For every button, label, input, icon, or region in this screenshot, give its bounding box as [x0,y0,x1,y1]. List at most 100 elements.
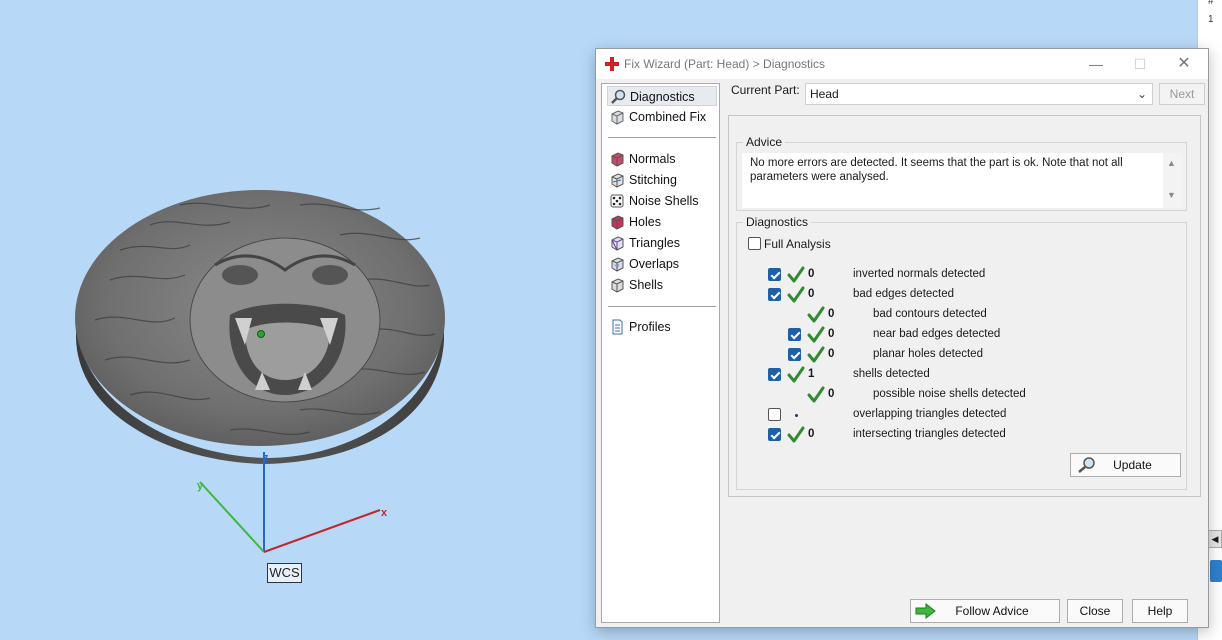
sidebar-item-stitching[interactable]: Stitching [607,170,717,190]
strip-text-one: 1 [1208,14,1214,25]
diagnostic-checkbox[interactable] [768,368,781,381]
diagnostic-row: 1 shells detected [596,365,1208,385]
holes-cube-icon [611,215,624,230]
diagnostic-row: 0 bad edges detected [596,285,1208,305]
sidebar-divider [608,137,716,138]
advice-title: Advice [743,135,786,149]
diagnostics-title: Diagnostics [743,215,812,229]
sidebar-item-label: Triangles [629,236,680,250]
sidebar-item-normals[interactable]: Normals [607,149,717,169]
dialog-titlebar[interactable]: Fix Wizard (Part: Head) > Diagnostics — … [596,49,1208,79]
minimize-icon[interactable]: — [1074,52,1118,76]
close-window-icon[interactable]: ✕ [1162,52,1206,76]
diagnostic-row: 0 possible noise shells detected [596,385,1208,405]
follow-advice-label: Follow Advice [955,604,1029,618]
full-analysis-label: Full Analysis [764,237,831,251]
diagnostic-label: near bad edges detected [873,328,1001,340]
triangles-cube-icon [611,236,624,251]
diagnostic-count: 0 [828,328,835,340]
sidebar-item-label: Normals [629,152,676,166]
diagnostic-count: 0 [808,288,815,300]
maximize-icon[interactable]: ☐ [1118,52,1162,76]
magnifier-icon [611,89,626,104]
sidebar-item-label: Noise Shells [629,194,699,208]
green-check-icon [807,326,825,343]
advice-scrollbar[interactable]: ▲ ▼ [1163,153,1183,208]
sidebar-item-noise-shells[interactable]: Noise Shells [607,191,717,211]
diagnostic-row: 0 bad contours detected [596,305,1208,325]
advice-textbox: No more errors are detected. It seems th… [742,153,1183,208]
chevron-down-icon: ⌄ [1136,87,1147,101]
diagnostic-checkbox[interactable] [768,288,781,301]
diagnostic-label: shells detected [853,368,930,380]
sidebar-item-label: Holes [629,215,661,229]
diagnostic-count: 1 [808,368,815,380]
diagnostic-label: overlapping triangles detected [853,408,1007,420]
green-check-icon [807,306,825,323]
diagnostic-checkbox[interactable] [768,428,781,441]
pending-dot-icon [795,414,798,417]
dice-icon [610,194,624,208]
green-check-icon [787,426,805,443]
green-check-icon [787,266,805,283]
diagnostic-checkbox[interactable] [788,348,801,361]
z-axis-label: z [263,452,269,464]
diagnostic-row: 0 planar holes detected [596,345,1208,365]
wcs-label: WCS [267,563,302,583]
sidebar-item-label: Combined Fix [629,110,707,124]
next-button[interactable]: Next [1159,83,1205,105]
diagnostic-count: 0 [808,268,815,280]
y-axis-label: y [197,480,204,492]
magnifier-icon [1078,457,1095,473]
diagnostic-row: 0 intersecting triangles detected [596,425,1208,445]
diagnostic-checkbox[interactable] [768,408,781,421]
follow-advice-button[interactable]: Follow Advice [910,599,1060,623]
help-button[interactable]: Help [1132,599,1188,623]
update-label: Update [1113,458,1152,472]
strip-text-hash: # [1208,0,1214,7]
diagnostic-count: 0 [808,428,815,440]
diagnostic-count: 0 [828,348,835,360]
advice-text: No more errors are detected. It seems th… [750,157,1123,183]
green-arrow-right-icon [915,603,936,619]
diagnostic-count: 0 [828,308,835,320]
green-check-icon [807,346,825,363]
current-part-label: Current Part: [731,83,800,97]
green-check-icon [787,366,805,383]
view-cube-icon[interactable] [1210,560,1222,582]
medical-cross-icon [605,57,619,71]
sidebar-item-triangles[interactable]: Triangles [607,233,717,253]
scroll-up-icon[interactable]: ▲ [1167,158,1176,168]
diagnostic-label: bad contours detected [873,308,987,320]
scroll-down-icon[interactable]: ▼ [1167,190,1176,200]
diagnostic-label: bad edges detected [853,288,955,300]
diagnostic-label: intersecting triangles detected [853,428,1006,440]
current-part-value: Head [810,87,839,101]
diagnostic-label: possible noise shells detected [873,388,1026,400]
dialog-title: Fix Wizard (Part: Head) > Diagnostics [624,57,826,71]
cube-icon [611,110,624,125]
close-button[interactable]: Close [1067,599,1123,623]
diagnostic-checkbox[interactable] [788,328,801,341]
stitching-cube-icon [611,173,624,188]
sidebar-item-label: Diagnostics [630,90,695,104]
diagnostic-checkbox[interactable] [768,268,781,281]
diagnostic-row: 0 inverted normals detected [596,265,1208,285]
diagnostic-label: inverted normals detected [853,268,986,280]
normals-cube-icon [611,152,624,167]
scroll-left-arrow-icon[interactable]: ◀ [1208,530,1222,548]
diagnostic-row: overlapping triangles detected [596,405,1208,425]
sidebar-item-diagnostics[interactable]: Diagnostics [607,86,717,106]
full-analysis-checkbox[interactable] [748,237,761,250]
update-button[interactable]: Update [1070,453,1181,477]
fix-wizard-dialog: Fix Wizard (Part: Head) > Diagnostics — … [595,48,1209,628]
sidebar-item-label: Stitching [629,173,677,187]
sidebar-item-combined-fix[interactable]: Combined Fix [607,107,717,127]
part-model-head[interactable] [0,0,600,640]
diagnostic-label: planar holes detected [873,348,983,360]
x-axis-label: x [381,507,388,519]
sidebar-item-holes[interactable]: Holes [607,212,717,232]
current-part-select[interactable]: Head ⌄ [805,83,1153,105]
diagnostic-row: 0 near bad edges detected [596,325,1208,345]
diagnostic-count: 0 [828,388,835,400]
